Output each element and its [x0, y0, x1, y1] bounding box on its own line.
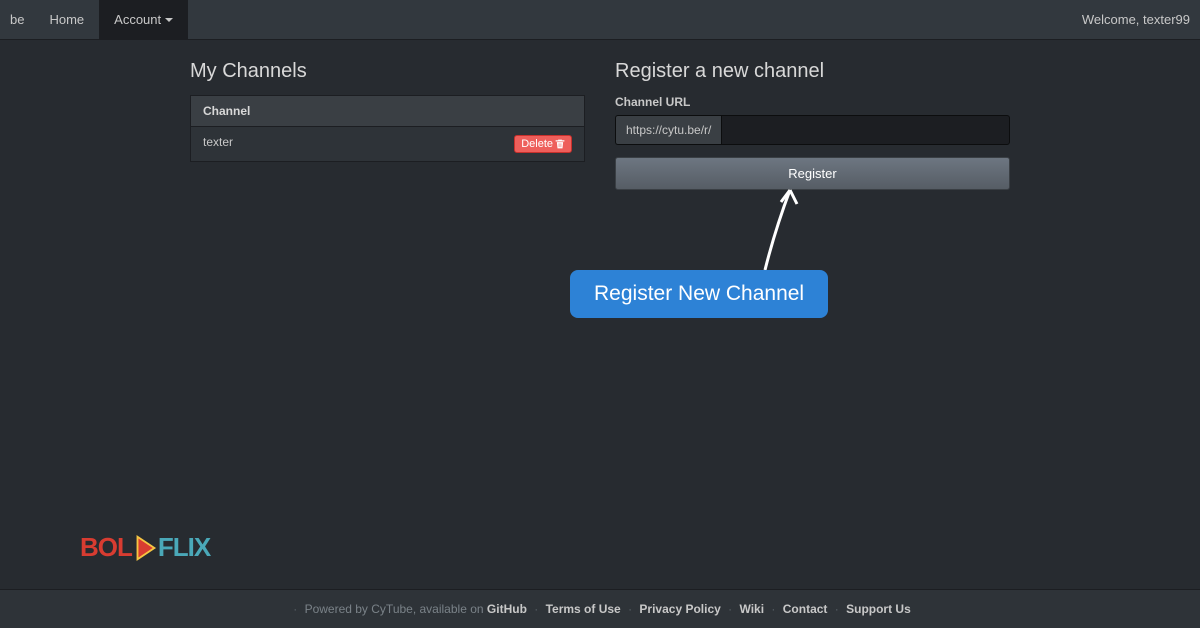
url-prefix: https://cytu.be/r/: [615, 115, 721, 145]
main-container: My Channels Channel texter Delete: [0, 40, 1200, 190]
register-heading: Register a new channel: [615, 60, 1010, 83]
annotation-arrow-icon: [745, 180, 825, 280]
annotation-label: Register New Channel: [570, 270, 828, 318]
trash-icon: [555, 139, 565, 149]
footer-link-privacy[interactable]: Privacy Policy: [639, 602, 720, 616]
register-button[interactable]: Register: [615, 157, 1010, 190]
logo-part1: BOL: [80, 532, 132, 563]
footer-link-terms[interactable]: Terms of Use: [546, 602, 621, 616]
nav-account[interactable]: Account: [99, 0, 188, 40]
nav-welcome[interactable]: Welcome, texter99: [1072, 12, 1200, 27]
my-channels-panel: My Channels Channel texter Delete: [190, 60, 585, 190]
nav-home-label: Home: [49, 12, 84, 27]
nav-home[interactable]: Home: [34, 0, 99, 40]
welcome-text: Welcome, texter99: [1082, 12, 1190, 27]
channel-url-input[interactable]: [721, 115, 1010, 145]
brand-suffix: be: [0, 12, 34, 27]
delete-label: Delete: [521, 138, 553, 150]
logo-part2: FLIX: [158, 532, 210, 563]
table-row: texter Delete: [191, 127, 585, 162]
delete-button[interactable]: Delete: [514, 135, 572, 153]
boldflix-logo: BOL FLIX: [80, 532, 210, 563]
channel-col-header: Channel: [191, 96, 585, 127]
channels-table: Channel texter Delete: [190, 95, 585, 162]
play-icon: [130, 533, 160, 563]
footer-link-github[interactable]: GitHub: [487, 602, 527, 616]
footer: · Powered by CyTube, available on GitHub…: [0, 589, 1200, 628]
footer-link-contact[interactable]: Contact: [783, 602, 828, 616]
navbar: be Home Account Welcome, texter99: [0, 0, 1200, 40]
register-panel: Register a new channel Channel URL https…: [615, 60, 1010, 190]
channel-name[interactable]: texter: [203, 135, 233, 149]
nav-account-label: Account: [114, 12, 161, 27]
footer-link-wiki[interactable]: Wiki: [740, 602, 765, 616]
footer-prefix: Powered by CyTube, available on: [305, 602, 484, 616]
my-channels-heading: My Channels: [190, 60, 585, 83]
chevron-down-icon: [165, 18, 173, 22]
footer-link-support[interactable]: Support Us: [846, 602, 911, 616]
url-input-group: https://cytu.be/r/: [615, 115, 1010, 145]
channel-url-label: Channel URL: [615, 95, 1010, 109]
